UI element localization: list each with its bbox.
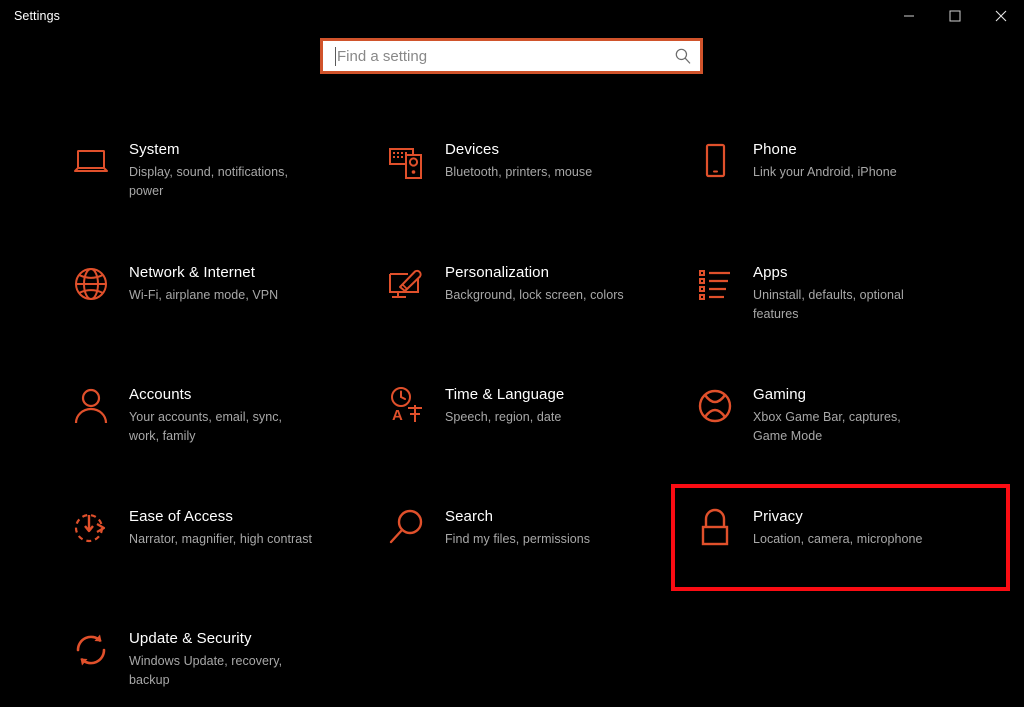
monitor-brush-icon (384, 261, 430, 307)
setting-description: Link your Android, iPhone (753, 165, 897, 179)
setting-title: Time & Language (445, 386, 565, 403)
settings-row: Network & Internet Wi-Fi, airplane mode,… (0, 251, 1024, 373)
setting-description: Uninstall, defaults, optional features (753, 288, 904, 321)
title-bar: Settings (0, 0, 1024, 32)
setting-description: Location, camera, microphone (753, 532, 923, 546)
setting-description: Find my files, permissions (445, 532, 591, 546)
setting-tile-time-language[interactable]: A Time & Language Speech, region, date (384, 373, 692, 495)
refresh-icon (68, 627, 114, 673)
settings-grid: System Display, sound, notifications, po… (0, 128, 1024, 707)
clock-language-icon: A (384, 383, 430, 429)
setting-tile-personalization[interactable]: Personalization Background, lock screen,… (384, 251, 692, 373)
minimize-button[interactable] (886, 0, 932, 32)
search-icon[interactable] (666, 41, 700, 71)
setting-description: Bluetooth, printers, mouse (445, 165, 593, 179)
setting-tile-network-internet[interactable]: Network & Internet Wi-Fi, airplane mode,… (68, 251, 384, 373)
setting-title: Accounts (129, 386, 192, 403)
setting-description: Wi-Fi, airplane mode, VPN (129, 288, 279, 302)
setting-tile-ease-of-access[interactable]: Ease of Access Narrator, magnifier, high… (68, 495, 384, 617)
setting-title: Personalization (445, 264, 550, 281)
list-icon (692, 261, 738, 307)
setting-title: Search (445, 508, 494, 525)
setting-title: Apps (753, 264, 788, 281)
close-icon (995, 10, 1007, 22)
devices-icon (384, 138, 430, 184)
setting-tile-apps[interactable]: Apps Uninstall, defaults, optional featu… (692, 251, 1002, 373)
setting-tile-phone[interactable]: Phone Link your Android, iPhone (692, 128, 1002, 251)
accessibility-clock-icon (68, 505, 114, 551)
setting-tile-accounts[interactable]: Accounts Your accounts, email, sync, wor… (68, 373, 384, 495)
setting-description: Display, sound, notifications, power (129, 165, 288, 198)
setting-description: Your accounts, email, sync, work, family (129, 410, 283, 443)
setting-title: Ease of Access (129, 508, 233, 525)
setting-tile-update-security[interactable]: Update & Security Windows Update, recove… (68, 617, 384, 707)
setting-tile-system[interactable]: System Display, sound, notifications, po… (68, 128, 384, 251)
xbox-icon (692, 383, 738, 429)
setting-description: Speech, region, date (445, 410, 562, 424)
svg-text:A: A (392, 407, 403, 424)
settings-row: Update & Security Windows Update, recove… (0, 617, 1024, 707)
setting-tile-devices[interactable]: Devices Bluetooth, printers, mouse (384, 128, 692, 251)
window-controls (886, 0, 1024, 32)
minimize-icon (904, 15, 914, 17)
phone-icon (692, 138, 738, 184)
person-icon (68, 383, 114, 429)
settings-row: System Display, sound, notifications, po… (0, 128, 1024, 251)
settings-row: Ease of Access Narrator, magnifier, high… (0, 495, 1024, 617)
setting-title: Privacy (753, 508, 803, 525)
setting-description: Xbox Game Bar, captures, Game Mode (753, 410, 901, 443)
lock-icon (692, 505, 738, 551)
setting-tile-search[interactable]: Search Find my files, permissions (384, 495, 692, 617)
setting-title: Network & Internet (129, 264, 256, 281)
setting-title: Devices (445, 141, 500, 158)
setting-tile-gaming[interactable]: Gaming Xbox Game Bar, captures, Game Mod… (692, 373, 1002, 495)
setting-title: Gaming (753, 386, 807, 403)
search-input[interactable] (336, 41, 666, 71)
close-button[interactable] (978, 0, 1024, 32)
magnifier-icon (384, 505, 430, 551)
setting-description: Background, lock screen, colors (445, 288, 624, 302)
laptop-icon (68, 138, 114, 184)
window-title: Settings (14, 9, 60, 23)
setting-title: Phone (753, 141, 797, 158)
globe-icon (68, 261, 114, 307)
settings-row: Accounts Your accounts, email, sync, wor… (0, 373, 1024, 495)
setting-description: Narrator, magnifier, high contrast (129, 532, 313, 546)
setting-title: Update & Security (129, 630, 252, 647)
maximize-button[interactable] (932, 0, 978, 32)
maximize-icon (949, 10, 961, 22)
setting-tile-privacy[interactable]: Privacy Location, camera, microphone (692, 495, 1002, 617)
setting-title: System (129, 141, 180, 158)
setting-description: Windows Update, recovery, backup (129, 654, 283, 687)
search-box[interactable] (320, 38, 703, 74)
